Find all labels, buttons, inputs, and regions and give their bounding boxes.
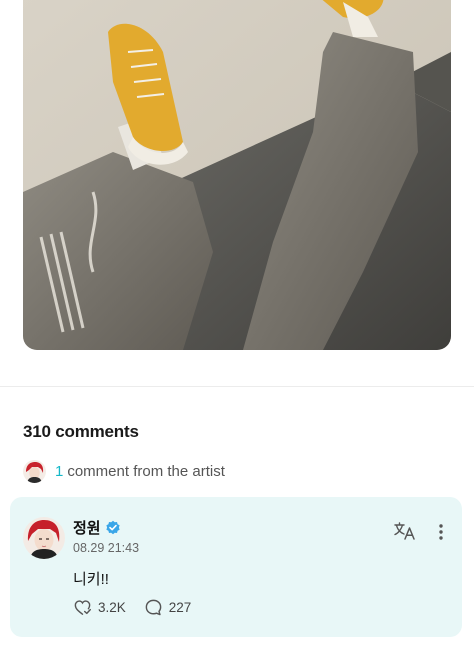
like-button[interactable]: 3.2K xyxy=(73,598,126,617)
artist-comment-label: comment from the artist xyxy=(67,463,225,480)
artist-comment-count: 1 xyxy=(55,463,64,480)
avatar[interactable] xyxy=(23,517,65,559)
reply-icon xyxy=(145,599,162,616)
artist-comment-card[interactable]: 정원 08.29 21:43 니키!! 3.2K 227 xyxy=(10,497,462,637)
artist-avatar xyxy=(23,460,46,483)
artist-comments-link[interactable]: 1 comment from the artist xyxy=(23,460,225,483)
section-divider xyxy=(0,386,474,387)
reply-count: 227 xyxy=(168,600,192,615)
translate-icon[interactable] xyxy=(393,521,417,541)
like-icon xyxy=(74,600,92,615)
post-image[interactable] xyxy=(23,0,451,350)
like-count: 3.2K xyxy=(98,600,126,615)
verified-badge-icon xyxy=(105,520,121,536)
comment-text: 니키!! xyxy=(73,571,109,588)
more-vertical-icon[interactable] xyxy=(435,522,447,542)
comment-timestamp: 08.29 21:43 xyxy=(73,541,140,555)
reply-button[interactable]: 227 xyxy=(144,598,192,617)
comment-count: 310 comments xyxy=(23,422,139,441)
comment-author[interactable]: 정원 xyxy=(73,517,101,538)
